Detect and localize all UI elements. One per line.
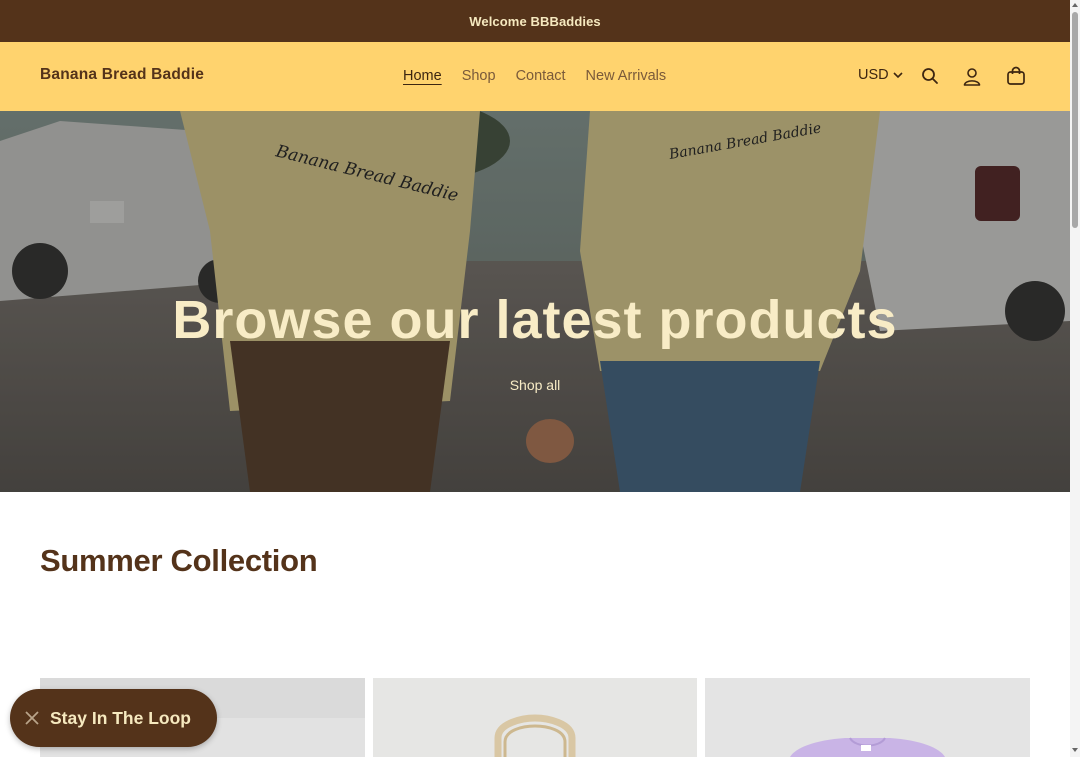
product-card[interactable] xyxy=(373,678,697,757)
hero-title: Browse our latest products xyxy=(172,290,898,350)
close-icon[interactable] xyxy=(24,710,40,726)
currency-label: USD xyxy=(858,67,889,83)
account-icon[interactable] xyxy=(961,65,983,87)
nav-new-arrivals[interactable]: New Arrivals xyxy=(586,68,667,84)
nav-contact[interactable]: Contact xyxy=(516,68,566,84)
stay-in-the-loop-button[interactable]: Stay In The Loop xyxy=(10,689,217,747)
product-card[interactable] xyxy=(705,678,1030,757)
chevron-down-icon xyxy=(893,72,903,79)
nav-shop[interactable]: Shop xyxy=(462,68,496,84)
main-nav: Home Shop Contact New Arrivals xyxy=(403,68,686,84)
collection-title: Summer Collection xyxy=(40,543,318,578)
nav-home[interactable]: Home xyxy=(403,68,442,84)
site-header: Banana Bread Baddie Home Shop Contact Ne… xyxy=(0,42,1070,111)
brand-logo[interactable]: Banana Bread Baddie xyxy=(40,66,204,84)
stay-in-the-loop-label: Stay In The Loop xyxy=(50,707,191,728)
currency-selector[interactable]: USD xyxy=(858,67,903,83)
scroll-down-arrow-icon[interactable] xyxy=(1072,748,1078,752)
search-icon[interactable] xyxy=(919,65,941,87)
page-scrollbar[interactable] xyxy=(1070,0,1080,757)
scroll-up-arrow-icon[interactable] xyxy=(1072,3,1078,7)
announcement-bar: Welcome BBBaddies xyxy=(0,0,1070,42)
hero-banner: Banana Bread Baddie Banana Bread Baddie … xyxy=(0,111,1070,492)
cart-icon[interactable] xyxy=(1005,65,1027,87)
sweatshirt-image xyxy=(705,678,1030,757)
tote-bag-image xyxy=(373,678,697,757)
page: Welcome BBBaddies Banana Bread Baddie Ho… xyxy=(0,0,1080,757)
shop-all-link[interactable]: Shop all xyxy=(510,377,561,393)
announcement-text: Welcome BBBaddies xyxy=(469,13,601,29)
scrollbar-thumb[interactable] xyxy=(1072,12,1078,228)
